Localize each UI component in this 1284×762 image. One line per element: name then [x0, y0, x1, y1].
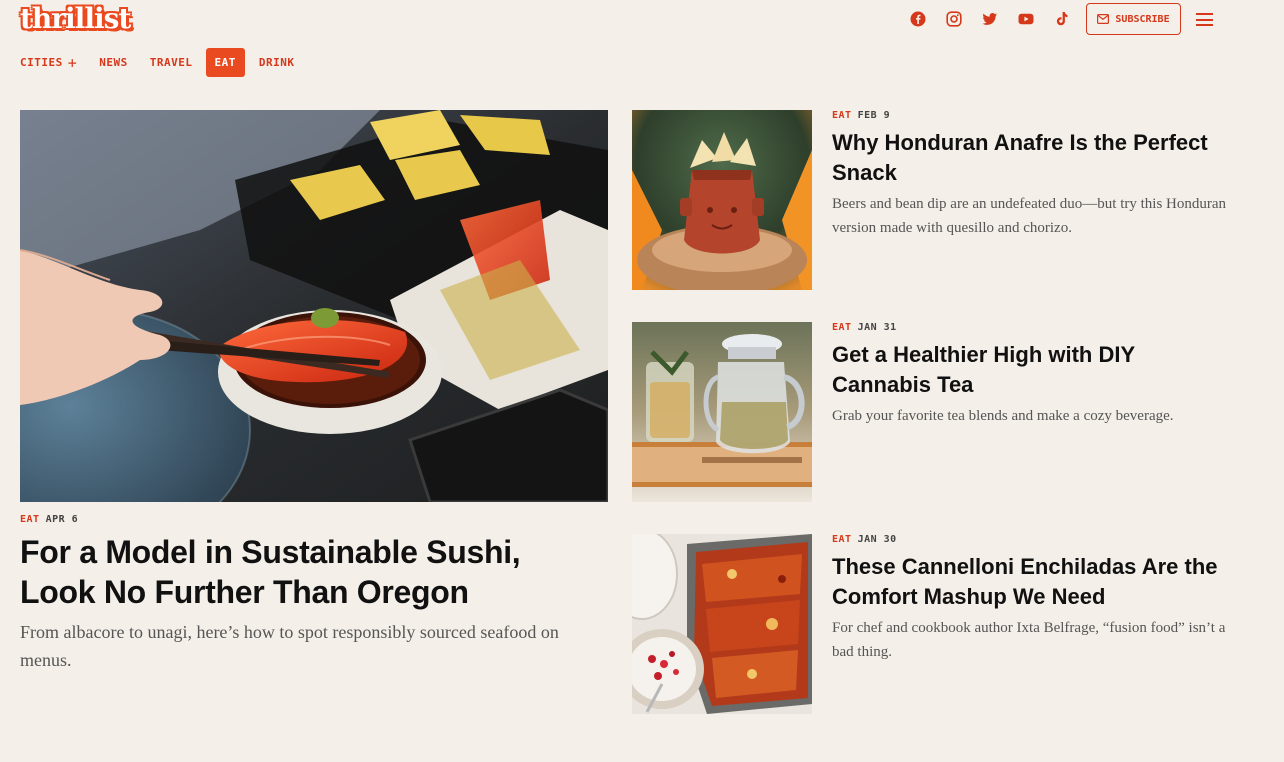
twitter-icon[interactable] [980, 9, 1000, 29]
featured-article-image[interactable] [20, 110, 608, 502]
nav-item-travel[interactable]: TRAVEL [150, 48, 193, 77]
nav-item-eat[interactable]: EAT [205, 48, 245, 77]
article-category[interactable]: EAT [832, 110, 852, 121]
nav-item-cities-label: CITIES [20, 56, 63, 69]
featured-date: APR 6 [45, 514, 79, 525]
article-headline[interactable]: These Cannelloni Enchiladas Are the Comf… [832, 552, 1232, 612]
article-meta: EAT FEB 9 [832, 110, 890, 121]
nav-item-travel-label: TRAVEL [149, 56, 193, 69]
featured-dek: From albacore to unagi, here’s how to sp… [20, 622, 559, 670]
menu-icon[interactable] [1196, 13, 1213, 26]
article-date: JAN 31 [857, 322, 897, 333]
instagram-icon[interactable] [944, 9, 964, 29]
article-image-anafre[interactable] [632, 110, 812, 290]
subscribe-label: SUBSCRIBE [1115, 13, 1170, 25]
social-links [908, 9, 1072, 29]
article-category[interactable]: EAT [832, 534, 852, 545]
tiktok-icon[interactable] [1052, 9, 1072, 29]
article-date: JAN 30 [857, 534, 897, 545]
plus-icon: + [67, 53, 78, 72]
article-headline[interactable]: Get a Healthier High with DIY Cannabis T… [832, 340, 1232, 400]
article-dek: For chef and cookbook author Ixta Belfra… [832, 620, 1226, 660]
article-dek: Beers and bean dip are an undefeated duo… [832, 196, 1227, 236]
subscribe-button[interactable]: SUBSCRIBE [1086, 3, 1181, 35]
section-nav: CITIES + NEWS TRAVEL EAT DRINK [20, 48, 317, 77]
article-meta: EAT JAN 31 [832, 322, 897, 333]
mail-icon [1097, 14, 1110, 24]
article-date: FEB 9 [857, 110, 891, 121]
nav-item-cities[interactable]: CITIES + [20, 48, 77, 77]
article-image-enchiladas[interactable] [632, 534, 812, 714]
article-image-cannabis-tea[interactable] [632, 322, 812, 502]
nav-item-eat-label: EAT [214, 56, 236, 69]
article-meta: EAT JAN 30 [832, 534, 897, 545]
facebook-icon[interactable] [908, 9, 928, 29]
nav-item-news[interactable]: NEWS [99, 48, 128, 77]
nav-item-news-label: NEWS [99, 56, 128, 69]
thrillist-logo[interactable]: thrillist [20, 2, 131, 36]
featured-category[interactable]: EAT [20, 514, 40, 525]
featured-meta: EAT APR 6 [20, 514, 78, 525]
youtube-icon[interactable] [1016, 9, 1036, 29]
nav-item-drink[interactable]: DRINK [259, 48, 295, 77]
article-headline[interactable]: Why Honduran Anafre Is the Perfect Snack [832, 128, 1232, 188]
nav-item-drink-label: DRINK [258, 56, 295, 69]
featured-headline[interactable]: For a Model in Sustainable Sushi, Look N… [20, 532, 600, 612]
article-dek: Grab your favorite tea blends and make a… [832, 408, 1174, 424]
article-category[interactable]: EAT [832, 322, 852, 333]
